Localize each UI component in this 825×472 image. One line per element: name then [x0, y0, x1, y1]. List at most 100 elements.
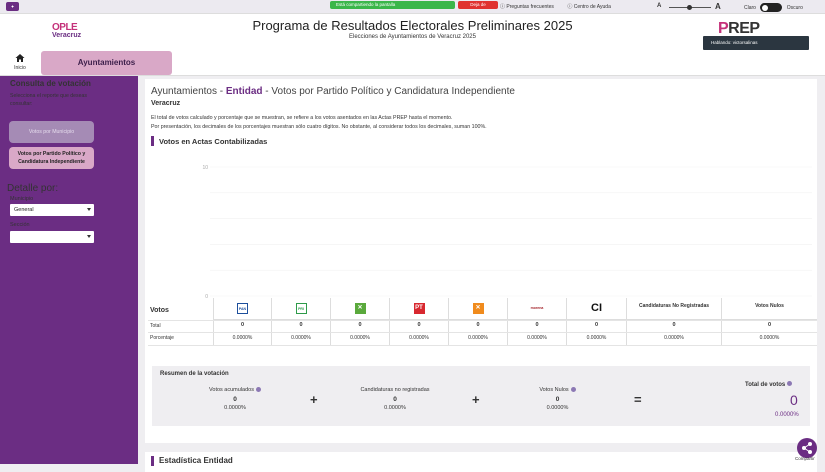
home-label: Inicio [14, 65, 26, 71]
votes-column-morena: morena 0 0.0000% [507, 298, 566, 346]
no-registradas-label: Candidaturas no registradas [360, 387, 430, 393]
column-total: 0 [240, 322, 245, 328]
share-button[interactable] [797, 438, 817, 458]
party-logo-icon: ✕ [354, 303, 366, 314]
detail-heading: Detalle por: [7, 183, 59, 194]
font-size-slider-handle[interactable] [687, 5, 692, 10]
column-header: ✕ [331, 298, 389, 320]
region-name: Veracruz [151, 100, 181, 107]
column-header: morena [508, 298, 566, 320]
acumulados-label: Votos acumulados [209, 387, 254, 393]
sidebar-heading: Consulta de votación [10, 79, 91, 88]
column-header: PT [390, 298, 448, 320]
share-icon [802, 442, 812, 454]
acumulados-value: 0 [233, 396, 237, 403]
votes-column-pvem: ✕ 0 0.0000% [330, 298, 389, 346]
votes-column-votos-nulos: Votos Nulos 0 0.0000% [721, 298, 817, 346]
votos-por-partido-label-2: Candidatura Independiente [18, 159, 85, 165]
votes-chart-svg: 10 0 [202, 165, 812, 300]
no-registradas-value: 0 [393, 396, 397, 403]
votes-column-mc: ✕ 0 0.0000% [448, 298, 507, 346]
table-row-divider [148, 320, 817, 321]
screen-share-notice: Está compartiendo la pantalla [330, 1, 455, 9]
party-logo-icon: PRI [295, 303, 307, 314]
note-line-1: El total de votos calculado y porcentaje… [151, 115, 453, 121]
no-registradas-percent: 0.0000% [384, 405, 406, 411]
info-icon[interactable] [570, 387, 576, 393]
column-total: 0 [672, 322, 676, 328]
info-icon[interactable] [786, 381, 792, 386]
home-nav[interactable]: Inicio [8, 53, 32, 73]
faq-link-label[interactable]: Preguntas frecuentes [506, 4, 554, 10]
speaker-tooltip: Hablando: victorsalinas [703, 36, 809, 50]
title-suffix: - Votos por Partido Político y Candidatu… [262, 86, 515, 97]
font-large-label[interactable]: A [715, 2, 721, 11]
column-header: Votos Nulos [722, 298, 817, 320]
column-total: 0 [476, 322, 480, 328]
votes-column-pan: PAN 0 0.0000% [213, 298, 271, 346]
votos-por-municipio-button[interactable]: Votos por Municipio [9, 121, 94, 143]
font-small-label[interactable]: A [657, 3, 661, 9]
font-size-control[interactable]: A A [657, 2, 725, 12]
total-votos-label: Total de votos [745, 381, 792, 388]
top-links: ⓘ Preguntas frecuentes ⓘ Centro de Ayuda [500, 3, 623, 10]
home-icon [15, 54, 25, 62]
chart-y-tick-label: 10 [202, 165, 208, 171]
help-link-label[interactable]: Centro de Ayuda [574, 4, 611, 10]
column-percent: 0.0000% [350, 335, 370, 341]
party-logo-icon: morena [530, 306, 544, 310]
results-title: Ayuntamientos - Entidad - Votos por Part… [151, 86, 515, 97]
votos-por-partido-button[interactable]: Votos por Partido Político y Candidatura… [9, 147, 94, 169]
column-header: Candidaturas No Registradas [627, 298, 721, 320]
chart-y-tick-label: 0 [205, 294, 208, 300]
column-total: 0 [417, 322, 421, 328]
stop-share-button[interactable]: Deja de [458, 1, 498, 9]
column-percent: 0.0000% [232, 335, 253, 341]
section-accent [151, 456, 154, 466]
equals-sign: = [634, 392, 642, 407]
seccion-select[interactable] [10, 231, 94, 243]
total-row-label: Total [150, 323, 161, 329]
estadistica-card [145, 452, 817, 472]
party-logo-icon: PAN [237, 303, 248, 314]
theme-light-label: Claro [744, 4, 756, 11]
municipio-label: Municipio [10, 196, 34, 202]
column-total: 0 [358, 322, 362, 328]
info-icon[interactable] [255, 387, 261, 393]
page-subtitle: Elecciones de Ayuntamientos de Veracruz … [349, 34, 476, 40]
results-note: El total de votos calculado y porcentaje… [151, 114, 487, 132]
column-percent: 0.0000% [409, 335, 429, 341]
prep-logo-rep: REP [728, 20, 760, 37]
summary-nulos: Votos Nulos 0 0.0000% [520, 387, 595, 411]
column-header-label: Votos Nulos [755, 303, 784, 309]
total-votos-label-text: Total de votos [745, 382, 786, 388]
theme-toggle[interactable] [760, 3, 783, 12]
column-percent: 0.0000% [759, 335, 780, 341]
tab-ayuntamientos[interactable]: Ayuntamientos [41, 51, 172, 75]
column-header: ✕ [449, 298, 507, 320]
municipio-select-value: General [14, 207, 34, 213]
help-link[interactable]: ⓘ Centro de Ayuda [567, 4, 617, 10]
column-header: PAN [214, 298, 271, 320]
sidebar-description: Selecciona el reporte que deseas consult… [10, 93, 87, 107]
faq-link[interactable]: ⓘ Preguntas frecuentes [500, 4, 560, 10]
table-row-divider [148, 332, 817, 333]
party-logo-icon: CI [591, 302, 602, 314]
page-title: Programa de Resultados Electorales Preli… [252, 18, 573, 33]
column-percent: 0.0000% [468, 335, 488, 341]
seccion-label: Sección [10, 222, 30, 228]
chevron-down-icon [87, 208, 91, 211]
municipio-select[interactable]: General [10, 204, 94, 216]
prep-logo-p: P [718, 20, 729, 37]
nulos-percent: 0.0000% [546, 405, 569, 411]
column-percent: 0.0000% [586, 335, 607, 341]
column-percent: 0.0000% [291, 335, 311, 341]
votes-column-candidaturas-no-registradas: Candidaturas No Registradas 0 0.0000% [626, 298, 721, 346]
total-votos-value: 0 [790, 392, 798, 408]
theme-toggle-group: Claro Oscuro [744, 3, 803, 12]
column-total: 0 [594, 322, 599, 328]
votes-column-pri: PRI 0 0.0000% [271, 298, 330, 346]
column-header: CI [567, 298, 626, 320]
share-label: Compartir [795, 456, 815, 461]
votos-por-partido-label-1: Votos por Partido Político y [17, 151, 86, 157]
